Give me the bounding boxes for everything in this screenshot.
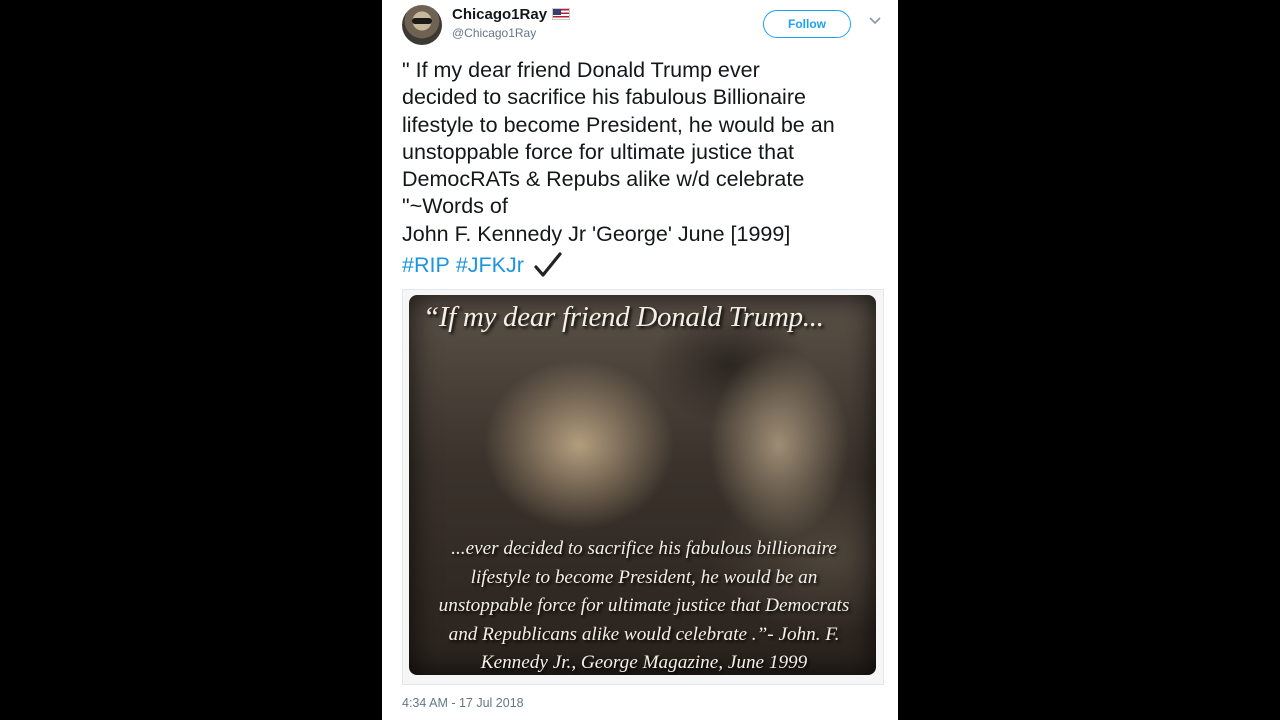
us-flag-icon	[552, 8, 571, 20]
hashtag-jfkjr[interactable]: #JFKJr	[456, 251, 524, 279]
tweet-timestamp[interactable]: 4:34 AM - 17 Jul 2018	[402, 696, 524, 710]
hashtag-rip[interactable]: #RIP	[402, 251, 450, 279]
chevron-down-icon[interactable]	[868, 14, 882, 28]
tweet-card: Chicago1Ray @Chicago1Ray Follow " If my …	[382, 0, 898, 720]
image-headline: “If my dear friend Donald Trump...	[423, 301, 824, 333]
hashtag-row: #RIP #JFKJr	[402, 251, 563, 279]
display-name[interactable]: Chicago1Ray	[452, 6, 571, 23]
media-frame[interactable]: “If my dear friend Donald Trump... ...ev…	[402, 289, 884, 685]
quote-image[interactable]: “If my dear friend Donald Trump... ...ev…	[409, 295, 876, 675]
checkmark-icon	[534, 252, 562, 277]
avatar[interactable]	[402, 5, 442, 45]
avatar-sunglasses	[412, 18, 432, 24]
tweet-text: " If my dear friend Donald Trump ever de…	[402, 58, 835, 246]
user-handle[interactable]: @Chicago1Ray	[452, 26, 536, 40]
follow-button[interactable]: Follow	[763, 10, 851, 38]
display-name-text[interactable]: Chicago1Ray	[452, 6, 547, 23]
image-quote: ...ever decided to sacrifice his fabulou…	[438, 538, 850, 674]
